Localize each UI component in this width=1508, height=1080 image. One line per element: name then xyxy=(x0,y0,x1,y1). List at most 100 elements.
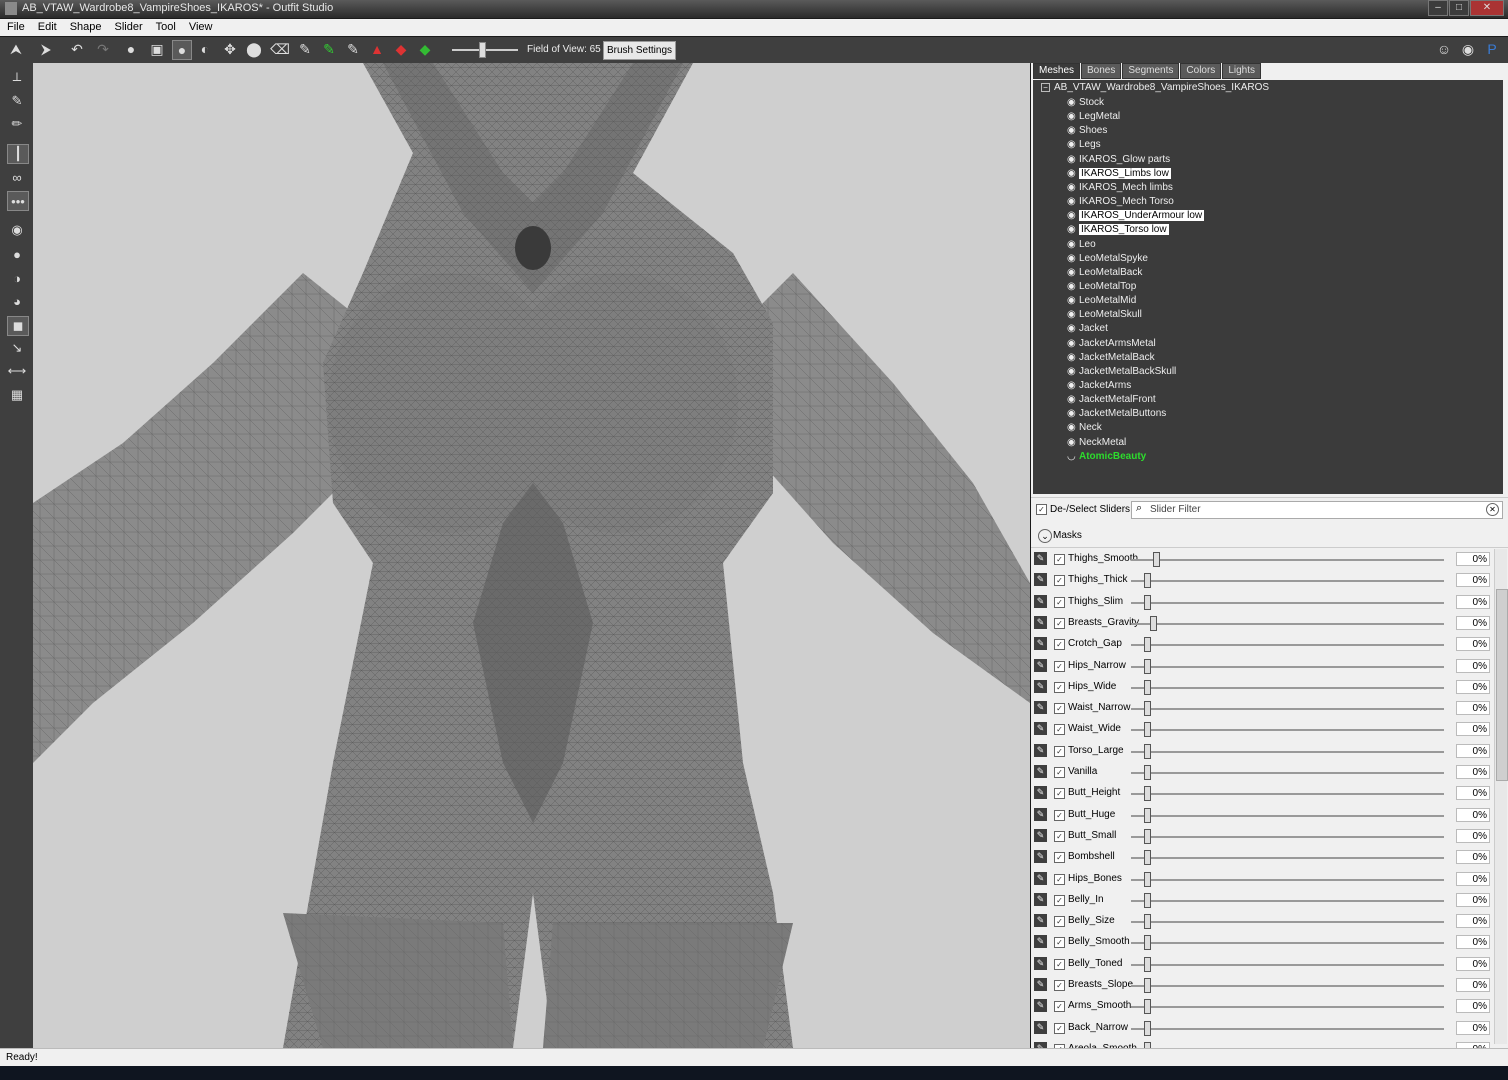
mesh-item[interactable]: ◉ Stock xyxy=(1065,96,1106,110)
slider-thumb[interactable] xyxy=(1144,1020,1151,1036)
edit-slider-icon[interactable]: ✎ xyxy=(1034,637,1047,651)
vertex-dots-icon[interactable]: ••• xyxy=(7,191,29,211)
slider-checkbox[interactable]: ✓ xyxy=(1054,1022,1065,1034)
eye-icon[interactable]: ◉ xyxy=(1067,379,1079,393)
slider-checkbox[interactable]: ✓ xyxy=(1054,596,1065,608)
slider-checkbox[interactable]: ✓ xyxy=(1054,660,1065,672)
tab-meshes[interactable]: Meshes xyxy=(1033,63,1081,79)
slider-checkbox[interactable]: ✓ xyxy=(1054,852,1065,864)
slider-track[interactable] xyxy=(1131,1006,1444,1009)
show-points-icon[interactable]: ◉ xyxy=(7,221,27,239)
fov-slider-thumb[interactable] xyxy=(479,42,486,58)
slider-track[interactable] xyxy=(1131,580,1444,583)
mesh-item[interactable]: ◉ Legs xyxy=(1065,138,1103,152)
red-triangle-icon[interactable]: ▲ xyxy=(368,40,386,58)
green-brush-icon[interactable]: ✎ xyxy=(320,40,338,58)
slider-thumb[interactable] xyxy=(1144,871,1151,887)
slider-value[interactable]: 0% xyxy=(1456,914,1490,929)
slider-track[interactable] xyxy=(1131,921,1444,924)
github-icon[interactable]: ◉ xyxy=(1459,40,1477,58)
slider-checkbox[interactable]: ✓ xyxy=(1054,894,1065,906)
menu-tool[interactable]: Tool xyxy=(149,19,182,36)
slider-checkbox[interactable]: ✓ xyxy=(1054,617,1065,629)
collapse-icon[interactable]: − xyxy=(1041,82,1050,92)
mesh-item[interactable]: ◉ LeoMetalTop xyxy=(1065,280,1138,294)
menu-view[interactable]: View xyxy=(182,19,219,36)
mesh-tree-root[interactable]: − AB_VTAW_Wardrobe8_VampireShoes_IKAROS xyxy=(1041,82,1269,93)
slider-value[interactable]: 0% xyxy=(1456,637,1490,652)
menu-file[interactable]: File xyxy=(0,19,31,36)
edit-slider-icon[interactable]: ✎ xyxy=(1034,935,1047,949)
mesh-item[interactable]: ◡ AtomicBeauty xyxy=(1065,450,1148,464)
slider-thumb[interactable] xyxy=(1144,573,1151,589)
edit-slider-icon[interactable]: ✎ xyxy=(1034,978,1047,991)
eye-icon[interactable]: ◉ xyxy=(1067,322,1079,336)
edit-slider-icon[interactable]: ✎ xyxy=(1034,850,1047,864)
tab-segments[interactable]: Segments xyxy=(1122,63,1180,79)
maximize-button[interactable]: □ xyxy=(1449,0,1469,16)
slider-filter-input[interactable]: ⌕ Slider Filter ✕ xyxy=(1131,501,1503,519)
mesh-item[interactable]: ◉ JacketMetalBack xyxy=(1065,351,1157,365)
eye-icon[interactable]: ◉ xyxy=(1067,110,1079,124)
slider-thumb[interactable] xyxy=(1144,850,1151,866)
slider-track[interactable] xyxy=(1131,559,1444,561)
grid-icon[interactable]: ▦ xyxy=(7,386,27,404)
slider-checkbox[interactable]: ✓ xyxy=(1054,681,1065,693)
slider-checkbox[interactable]: ✓ xyxy=(1054,554,1065,565)
mesh-item[interactable]: ◉ LeoMetalSkull xyxy=(1065,308,1144,322)
mesh-item[interactable]: ◉ NeckMetal xyxy=(1065,436,1128,450)
mesh-item[interactable]: ◉ JacketMetalFront xyxy=(1065,393,1158,407)
eye-icon[interactable]: ◉ xyxy=(1067,308,1079,322)
scrollbar-thumb[interactable] xyxy=(1496,589,1508,781)
eye-icon[interactable]: ◉ xyxy=(1067,280,1079,294)
collapse-vertex-icon[interactable]: ⟷ xyxy=(7,362,27,380)
tab-colors[interactable]: Colors xyxy=(1180,63,1222,79)
slider-checkbox[interactable]: ✓ xyxy=(1054,830,1065,842)
edit-slider-icon[interactable]: ✎ xyxy=(1034,573,1047,587)
edit-slider-icon[interactable]: ✎ xyxy=(1034,722,1047,736)
slider-track[interactable] xyxy=(1131,942,1444,945)
bone-tool-icon[interactable]: ↘ xyxy=(7,339,27,357)
transform-tool-icon[interactable]: ⮞ xyxy=(37,40,55,58)
eye-icon[interactable]: ◉ xyxy=(1067,124,1079,138)
slider-track[interactable] xyxy=(1131,622,1444,625)
slider-value[interactable]: 0% xyxy=(1456,786,1490,801)
slider-checkbox[interactable]: ✓ xyxy=(1054,958,1065,970)
eye-icon[interactable]: ◉ xyxy=(1067,138,1079,152)
select-tool-icon[interactable]: ⮝ xyxy=(7,40,25,58)
deflate-brush-icon[interactable]: ◐ xyxy=(196,40,214,58)
edit-slider-icon[interactable]: ✎ xyxy=(1034,914,1047,928)
slider-checkbox[interactable]: ✓ xyxy=(1054,767,1065,778)
slider-value[interactable]: 0% xyxy=(1456,871,1490,886)
slider-value[interactable]: 0% xyxy=(1456,1020,1490,1035)
mesh-item[interactable]: ◉ JacketArmsMetal xyxy=(1065,337,1158,351)
mask-brush-icon[interactable]: ▣ xyxy=(148,40,166,58)
x-mirror-icon[interactable]: ┃ xyxy=(7,144,29,164)
eye-icon[interactable]: ◉ xyxy=(1067,351,1079,365)
paypal-icon[interactable]: P xyxy=(1483,40,1501,58)
slider-scrollbar[interactable] xyxy=(1494,549,1508,1044)
mesh-item[interactable]: ◉ IKAROS_Limbs low xyxy=(1065,167,1173,181)
edit-slider-icon[interactable]: ✎ xyxy=(1034,765,1047,778)
edit-slider-icon[interactable]: ✎ xyxy=(1034,999,1047,1013)
eye-icon[interactable]: ◉ xyxy=(1067,393,1079,407)
pin-tool-icon[interactable]: ✎ xyxy=(7,92,27,110)
mesh-item[interactable]: ◉ Leo xyxy=(1065,238,1098,252)
slider-thumb[interactable] xyxy=(1150,615,1157,631)
slider-thumb[interactable] xyxy=(1144,828,1151,844)
mesh-item[interactable]: ◉ Shoes xyxy=(1065,124,1109,138)
mesh-item[interactable]: ◉ JacketMetalButtons xyxy=(1065,407,1168,421)
slider-value[interactable]: 0% xyxy=(1456,807,1490,822)
mesh-item[interactable]: ◉ LeoMetalMid xyxy=(1065,294,1138,308)
red-diamond-icon[interactable]: ◆ xyxy=(392,40,410,58)
slider-thumb[interactable] xyxy=(1144,701,1151,717)
slider-track[interactable] xyxy=(1131,985,1444,987)
slider-value[interactable]: 0% xyxy=(1456,828,1490,843)
edit-slider-icon[interactable]: ✎ xyxy=(1034,615,1047,629)
edit-slider-icon[interactable]: ✎ xyxy=(1034,679,1047,693)
slider-track[interactable] xyxy=(1131,963,1444,966)
slider-track[interactable] xyxy=(1131,814,1444,817)
chevron-down-icon[interactable]: ⌄ xyxy=(1038,529,1052,543)
slider-value[interactable]: 0% xyxy=(1456,701,1490,716)
menu-edit[interactable]: Edit xyxy=(31,19,63,36)
